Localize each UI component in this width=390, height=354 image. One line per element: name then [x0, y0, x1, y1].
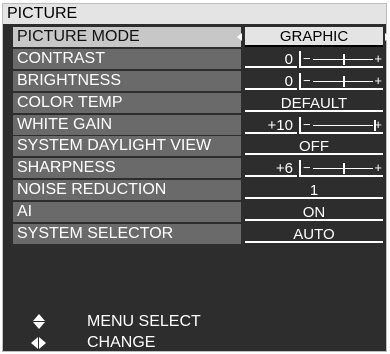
menu-item-label: NOISE REDUCTION: [13, 180, 241, 201]
chevron-left-icon[interactable]: [237, 33, 242, 41]
menu-item-contrast[interactable]: CONTRAST 0− +: [13, 48, 383, 69]
slider-knob[interactable]: [343, 53, 345, 65]
menu-item-value-area[interactable]: +10− +: [245, 115, 383, 135]
left-right-arrows-icon: [31, 333, 47, 353]
plus-icon: +: [374, 50, 382, 66]
menu-item-noise-reduction[interactable]: NOISE REDUCTION 1: [13, 180, 383, 201]
menu-item-value-area[interactable]: 0− +: [245, 49, 383, 69]
menu-item-system-daylight-view[interactable]: SYSTEM DAYLIGHT VIEW OFF: [13, 136, 383, 157]
menu-item-value-area[interactable]: DEFAULT: [245, 93, 383, 113]
menu-item-color-temp[interactable]: COLOR TEMP DEFAULT: [13, 92, 383, 113]
menu-item-ai[interactable]: AI ON: [13, 202, 383, 223]
menu-item-label: WHITE GAIN: [13, 114, 241, 135]
slider-track: [313, 124, 373, 126]
picture-menu-panel: PICTURE PICTURE MODE GRAPHIC CONTRAST 0− + BR…: [2, 3, 390, 354]
menu-item-value[interactable]: ON: [245, 204, 383, 222]
menu-items-list: PICTURE MODE GRAPHIC CONTRAST 0− + BRIGHTNESS…: [13, 27, 390, 246]
plus-icon: +: [374, 160, 382, 176]
minus-icon: −: [303, 50, 311, 66]
menu-item-label: CONTRAST: [13, 48, 241, 69]
slider-value: +10: [245, 117, 297, 134]
minus-icon: −: [303, 116, 311, 132]
help-menu-select: MENU SELECT: [13, 312, 383, 332]
up-down-arrows-icon: [31, 312, 47, 332]
menu-item-label: AI: [13, 202, 241, 223]
menu-item-system-selector[interactable]: SYSTEM SELECTOR AUTO: [13, 224, 383, 245]
slider-value: +6: [245, 160, 297, 178]
menu-item-value[interactable]: AUTO: [245, 226, 383, 244]
menu-title: PICTURE: [3, 4, 386, 24]
plus-icon: +: [374, 116, 382, 132]
slider-value: 0: [245, 73, 297, 90]
slider-bar[interactable]: − +: [299, 116, 383, 134]
menu-item-value[interactable]: OFF: [245, 138, 383, 156]
menu-item-label: SHARPNESS: [13, 158, 241, 179]
menu-item-sharpness[interactable]: SHARPNESS +6− +: [13, 158, 383, 179]
slider-bar[interactable]: − +: [299, 72, 383, 90]
menu-item-label: SYSTEM DAYLIGHT VIEW: [13, 136, 241, 157]
minus-icon: −: [303, 160, 311, 176]
menu-item-value-area[interactable]: +6− +: [245, 158, 383, 178]
menu-item-value[interactable]: DEFAULT: [245, 95, 383, 112]
menu-item-value-area[interactable]: ON: [245, 202, 383, 222]
slider-bar[interactable]: − +: [299, 160, 383, 178]
slider-bar[interactable]: − +: [299, 50, 383, 68]
menu-item-value[interactable]: GRAPHIC: [245, 27, 383, 47]
menu-item-label: SYSTEM SELECTOR: [13, 224, 241, 245]
help-change-label: CHANGE: [87, 334, 156, 351]
chevron-right-icon[interactable]: [385, 33, 390, 41]
menu-item-value-area[interactable]: AUTO: [245, 224, 383, 244]
menu-item-value-area[interactable]: OFF: [245, 136, 383, 156]
plus-icon: +: [374, 72, 382, 88]
menu-item-picture-mode[interactable]: PICTURE MODE GRAPHIC: [13, 27, 390, 47]
slider-knob[interactable]: [343, 163, 345, 175]
slider-value: 0: [245, 51, 297, 68]
menu-item-brightness[interactable]: BRIGHTNESS 0− +: [13, 70, 383, 91]
help-change: CHANGE: [13, 333, 383, 353]
menu-item-value-area[interactable]: GRAPHIC: [237, 27, 390, 47]
menu-item-label: PICTURE MODE: [13, 27, 241, 47]
menu-item-label: COLOR TEMP: [13, 92, 241, 113]
help-footer: MENU SELECT CHANGE: [13, 312, 383, 354]
menu-item-label: BRIGHTNESS: [13, 70, 241, 91]
help-menu-select-label: MENU SELECT: [87, 313, 201, 330]
menu-item-value-area[interactable]: 0− +: [245, 71, 383, 91]
menu-item-white-gain[interactable]: WHITE GAIN +10− +: [13, 114, 383, 135]
menu-item-value-area[interactable]: 1: [245, 180, 383, 200]
menu-item-value[interactable]: 1: [245, 182, 383, 200]
minus-icon: −: [303, 72, 311, 88]
slider-knob[interactable]: [343, 75, 345, 87]
